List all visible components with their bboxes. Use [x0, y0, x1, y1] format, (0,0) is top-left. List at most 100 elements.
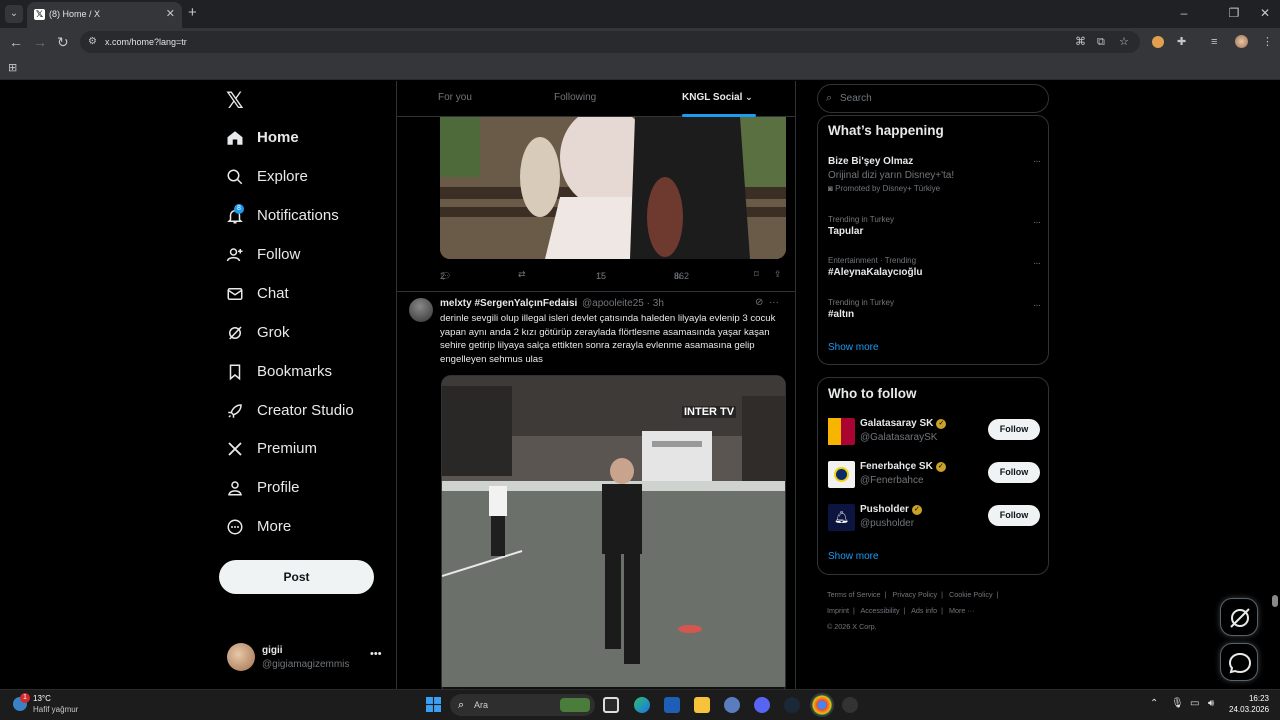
follow-suggestion[interactable]: Fenerbahçe SK ✓ @Fenerbahce Follow: [828, 459, 1040, 489]
bookmark-icon[interactable]: ⌑: [754, 269, 759, 280]
x-logo-icon[interactable]: 𝕏: [226, 88, 244, 114]
nav-grok[interactable]: Grok: [226, 318, 290, 348]
footer-terms[interactable]: Terms of Service: [827, 590, 881, 599]
tab-kngl-social[interactable]: KNGL Social ⌄: [682, 92, 753, 103]
panel-title: Who to follow: [828, 386, 917, 401]
file-explorer-icon[interactable]: [694, 697, 710, 713]
chat-floating-button[interactable]: [1220, 643, 1258, 681]
weather-temperature[interactable]: 13°C: [33, 694, 51, 703]
nav-notifications[interactable]: 8 Notifications: [226, 201, 339, 231]
grok-floating-button[interactable]: [1220, 598, 1258, 636]
close-tab-icon[interactable]: ✕: [166, 2, 175, 26]
footer-privacy[interactable]: Privacy Policy: [892, 590, 937, 599]
edge-browser-icon[interactable]: [634, 697, 650, 713]
trend-item[interactable]: Entertainment · Trending #AleynaKalaycıo…: [828, 256, 1041, 278]
extensions-puzzle-icon[interactable]: ✚: [1177, 35, 1186, 49]
clock-time[interactable]: 16:23: [1241, 694, 1269, 703]
nav-chat[interactable]: Chat: [226, 279, 289, 309]
tab-for-you[interactable]: For you: [438, 92, 472, 103]
task-view-icon[interactable]: [603, 697, 619, 713]
weather-description[interactable]: Hafif yağmur: [33, 705, 78, 714]
footer-imprint[interactable]: Imprint: [827, 606, 849, 615]
follow-button[interactable]: Follow: [988, 462, 1040, 483]
site-info-icon[interactable]: ⚙: [88, 31, 97, 53]
more-dots-icon[interactable]: •••: [370, 648, 382, 660]
settings-app-icon[interactable]: [724, 697, 740, 713]
account-switcher[interactable]: gigii @gigiamagizemmis •••: [226, 641, 396, 677]
translate-icon[interactable]: ⌘: [1075, 35, 1086, 49]
obs-icon[interactable]: [842, 697, 858, 713]
network-icon[interactable]: ▭: [1190, 698, 1199, 709]
page-scrollbar[interactable]: [1272, 595, 1278, 607]
windows-start-icon[interactable]: [426, 697, 441, 712]
more-dots-icon[interactable]: ···: [1033, 156, 1041, 167]
tweet-author-handle[interactable]: @apooleite25 · 3h: [582, 298, 664, 309]
nav-home[interactable]: Home: [226, 123, 299, 153]
follow-suggestion[interactable]: Galatasaray SK ✓ @GalatasaraySK Follow: [828, 416, 1040, 446]
nav-premium[interactable]: Premium: [226, 434, 317, 464]
more-dots-icon[interactable]: ···: [1033, 217, 1041, 228]
clock-date[interactable]: 24.03.2026: [1229, 705, 1269, 714]
volume-icon[interactable]: 🔊︎: [1208, 698, 1214, 709]
tab-following[interactable]: Following: [554, 92, 596, 103]
follow-button[interactable]: Follow: [988, 505, 1040, 526]
nav-bookmarks-label: Bookmarks: [257, 363, 333, 380]
follow-button[interactable]: Follow: [988, 419, 1040, 440]
chat-bubble-icon: [1228, 652, 1252, 674]
discord-icon[interactable]: [754, 697, 770, 713]
promoted-trend[interactable]: Bize Bi'şey Olmaz Orijinal dizi yarın Di…: [828, 156, 1041, 193]
tweet-video[interactable]: INTER TV: [441, 375, 786, 689]
nav-follow[interactable]: Follow: [226, 240, 300, 270]
extension-avatar-icon[interactable]: [1152, 36, 1164, 48]
show-more-link[interactable]: Show more: [828, 342, 879, 353]
close-window-icon[interactable]: ✕: [1258, 6, 1272, 20]
profile-avatar-icon[interactable]: [1235, 35, 1248, 48]
trend-item[interactable]: Trending in Turkey Tapular ···: [828, 215, 1041, 237]
tweet-author-name[interactable]: melxty #SergenYalçınFedaisi: [440, 298, 577, 309]
nav-more[interactable]: More: [226, 512, 291, 542]
reload-icon[interactable]: ↻: [57, 34, 69, 50]
address-bar[interactable]: ⚙ x.com/home?lang=tr: [80, 31, 1140, 53]
nav-profile[interactable]: Profile: [226, 473, 300, 503]
microphone-icon[interactable]: 🎙︎: [1171, 698, 1184, 709]
apps-grid-icon[interactable]: ⊞: [8, 61, 17, 74]
footer-accessibility[interactable]: Accessibility: [860, 606, 899, 615]
nav-explore[interactable]: Explore: [226, 162, 308, 192]
share-icon[interactable]: ⇪: [774, 269, 782, 280]
show-more-link[interactable]: Show more: [828, 551, 879, 562]
chevron-up-icon[interactable]: ⌃: [1150, 698, 1158, 709]
retweet-icon[interactable]: ⇄: [518, 269, 526, 280]
grok-icon[interactable]: ⊘: [755, 297, 763, 308]
trend-item[interactable]: Trending in Turkey #altın ···: [828, 298, 1041, 320]
store-icon[interactable]: [664, 697, 680, 713]
browser-tab[interactable]: 𝕏 (8) Home / X ✕: [27, 2, 182, 28]
new-tab-button[interactable]: +: [188, 5, 197, 21]
back-arrow-icon[interactable]: ←: [9, 34, 23, 50]
bookmark-star-icon[interactable]: ☆: [1119, 35, 1129, 49]
search-input[interactable]: ⌕ Search: [817, 84, 1049, 113]
follow-suggestion[interactable]: 🔔︎ Pusholder ✓ @pusholder Follow: [828, 502, 1040, 532]
more-dots-icon[interactable]: ···: [1033, 258, 1041, 269]
post-button[interactable]: Post: [219, 560, 374, 594]
nav-creator-studio[interactable]: Creator Studio: [226, 396, 354, 426]
footer-cookie[interactable]: Cookie Policy: [949, 590, 993, 599]
tweet-image[interactable]: [440, 117, 786, 259]
media-controls-icon[interactable]: ≡: [1211, 35, 1217, 49]
minimize-icon[interactable]: –: [1177, 6, 1191, 20]
avatar[interactable]: [409, 298, 433, 322]
kebab-menu-icon[interactable]: ⋮: [1262, 35, 1273, 49]
footer-ads-info[interactable]: Ads info: [911, 606, 937, 615]
more-dots-icon[interactable]: ···: [769, 297, 779, 308]
chrome-icon[interactable]: [812, 695, 832, 715]
steam-icon[interactable]: [784, 697, 800, 713]
forward-arrow-icon[interactable]: →: [33, 34, 47, 50]
nav-bookmarks[interactable]: Bookmarks: [226, 357, 332, 387]
tweet[interactable]: melxty #SergenYalçınFedaisi @apooleite25…: [397, 291, 795, 689]
install-app-icon[interactable]: ⧉: [1097, 35, 1105, 49]
tab-search-button[interactable]: ⌄: [5, 5, 23, 23]
whats-happening-panel: What’s happening Bize Bi'şey Olmaz Oriji…: [817, 115, 1049, 365]
more-dots-icon[interactable]: ···: [1033, 300, 1041, 311]
taskbar-search[interactable]: ⌕ Ara: [450, 694, 595, 716]
restore-icon[interactable]: ❐: [1227, 6, 1241, 20]
footer-more[interactable]: More ···: [949, 606, 975, 615]
